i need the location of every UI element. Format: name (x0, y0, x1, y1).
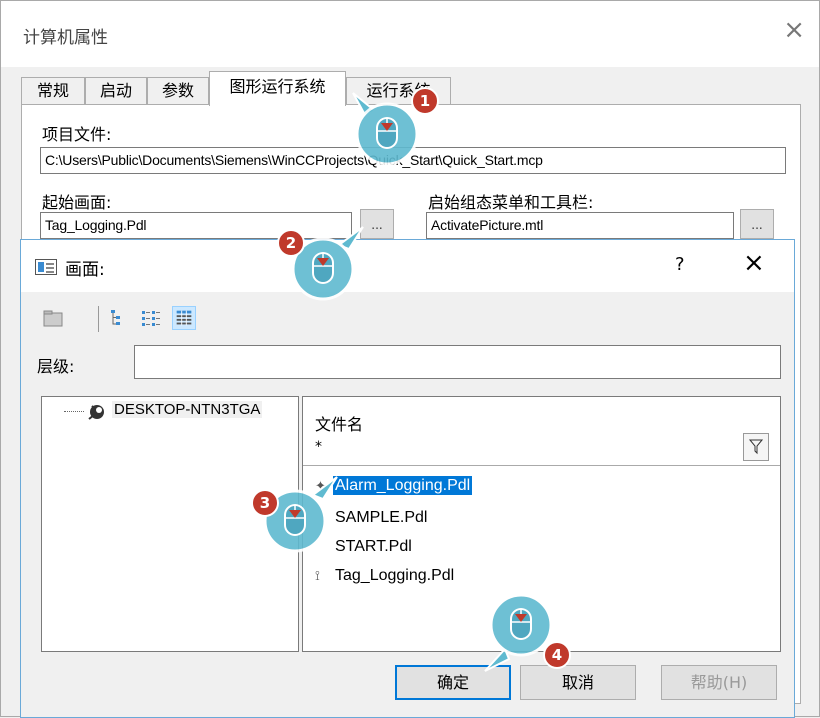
file-item-tag-logging[interactable]: ⟟ Tag_Logging.Pdl (315, 567, 456, 585)
tab-startup[interactable]: 启动 (85, 77, 147, 105)
filename-column-header[interactable]: 文件名 (315, 411, 363, 435)
step-badge: 3 (251, 489, 279, 517)
filter-field[interactable]: * (315, 439, 322, 455)
step-badge: 2 (277, 229, 305, 257)
start-menu-field[interactable]: ActivatePicture.mtl (426, 212, 734, 239)
picture-file-icon: ⟟ (315, 568, 320, 583)
computer-node-icon (88, 405, 104, 420)
picture-window-icon (35, 259, 57, 275)
help-button[interactable]: 帮助(H) (661, 665, 777, 700)
dialog-help-icon[interactable]: ? (675, 254, 685, 275)
tab-graphics-runtime[interactable]: 图形运行系统 (209, 71, 346, 106)
tree-root-node[interactable]: DESKTOP-NTN3TGA (112, 401, 263, 418)
step-badge: 4 (543, 641, 571, 669)
details-view-icon[interactable] (172, 306, 196, 330)
step-3-callout: 3 (251, 471, 341, 561)
folder-icon[interactable] (41, 306, 65, 330)
dialog-close-icon[interactable]: × (743, 248, 765, 278)
window-close-icon[interactable]: × (783, 17, 805, 43)
file-name: Tag_Logging.Pdl (335, 567, 455, 584)
window-titlebar: 计算机属性 × (1, 1, 819, 67)
computer-properties-window: 计算机属性 × 常规 启动 参数 图形运行系统 运行系统 项目文件: C:\Us… (0, 0, 820, 718)
start-menu-browse-button[interactable]: ... (740, 209, 774, 239)
filter-separator (303, 465, 780, 466)
step-4-callout: 4 (479, 585, 571, 675)
tree-view-icon[interactable] (107, 306, 131, 330)
step-badge: 1 (411, 87, 439, 115)
tab-general[interactable]: 常规 (21, 77, 85, 105)
tab-parameters[interactable]: 参数 (147, 77, 209, 105)
filter-button[interactable] (743, 433, 769, 461)
level-input[interactable] (134, 345, 781, 379)
step-2-callout: 2 (277, 221, 367, 311)
start-menu-label: 启始组态菜单和工具栏: (428, 193, 594, 212)
picture-select-dialog: 画面: ? × 层级: DESKTOP-NTN3TGA 文件名 * ✦ Alar… (20, 239, 795, 718)
filter-icon (748, 439, 764, 455)
tree-connector (64, 411, 84, 412)
level-label: 层级: (37, 357, 75, 376)
toolbar-separator (98, 306, 99, 332)
dialog-title: 画面: (65, 260, 105, 280)
list-view-icon[interactable] (139, 306, 163, 330)
step-1-callout: 1 (345, 87, 439, 179)
project-file-label: 项目文件: (42, 125, 112, 144)
file-name: START.Pdl (335, 538, 412, 555)
start-picture-label: 起始画面: (42, 193, 112, 212)
file-name: SAMPLE.Pdl (335, 509, 428, 526)
window-title: 计算机属性 (23, 28, 108, 48)
file-name: Alarm_Logging.Pdl (333, 476, 473, 495)
dialog-titlebar: 画面: ? × (21, 240, 794, 292)
